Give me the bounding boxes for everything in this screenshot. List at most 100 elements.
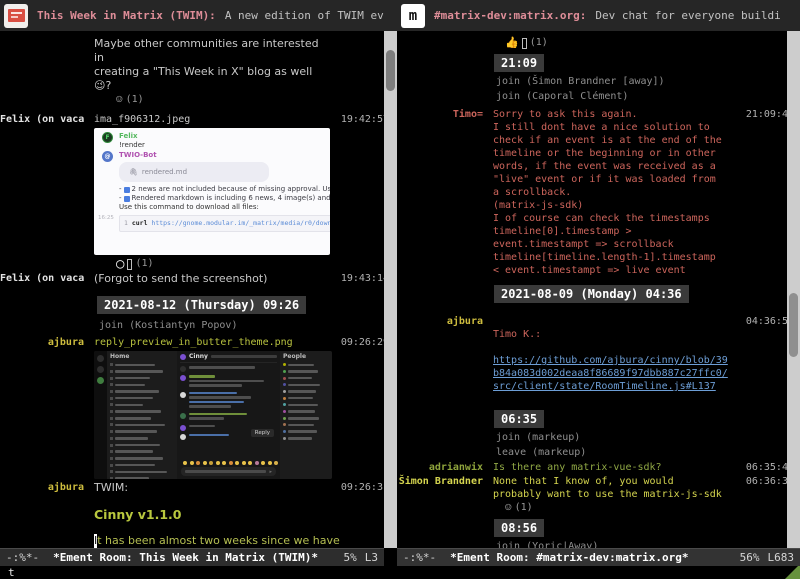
message-text: Sorry to ask this again. I still dont ha… <box>493 108 734 277</box>
modeline-line-number: L3 <box>365 551 378 564</box>
reaction-chip[interactable]: 👍 (1) <box>505 36 800 50</box>
time-header: 08:56 <box>494 519 544 537</box>
message-input-bar: ▸ <box>181 467 276 476</box>
membership-event: join (Caporal Clément) <box>496 89 800 104</box>
matrix-dev-room-header: m #matrix-dev:matrix.org: Dev chat for e… <box>397 0 800 31</box>
twim-room-avatar-icon[interactable] <box>4 4 28 28</box>
bullet-dash: - <box>119 194 122 203</box>
reaction-count: (1) <box>515 501 533 515</box>
message-text: !render <box>119 141 145 150</box>
code-block: 1 curl https://gnome.modular.im/_matrix/… <box>119 215 330 232</box>
space-rail <box>94 351 107 479</box>
people-title: People <box>283 353 329 360</box>
membership-event: join (Šimon Brandner [away]) <box>496 74 800 89</box>
modeline-flags: -:%*- <box>403 551 436 564</box>
time-header: 21:09 <box>494 54 544 72</box>
matrix-dev-room-window: m #matrix-dev:matrix.org: Dev chat for e… <box>397 0 800 566</box>
sender-name: Timo= <box>397 108 483 121</box>
message-text: Is there any matrix-vue-sdk? <box>493 461 734 474</box>
message-row: Timo= Sorry to ask this again. I still d… <box>397 108 800 277</box>
message-row: Felix (on vaca (Forgot to send the scree… <box>0 272 397 286</box>
date-header: 2021-08-09 (Monday) 04:36 <box>494 285 689 303</box>
line-rest: t has been almost two weeks since we hav… <box>97 534 340 547</box>
message-row: Felix (on vaca ima_f906312.jpeg 19:42:57 <box>0 113 397 126</box>
shot1-row: @ TWIO-Bot 🖇 rendered.md - 2 news are no… <box>102 151 326 232</box>
scrollbar-thumb[interactable] <box>789 293 798 357</box>
sidebar-title: Home <box>110 353 174 360</box>
twim-logo-icon <box>8 9 25 22</box>
sender-name: Felix <box>119 132 145 141</box>
circle-icon: ○ <box>116 257 124 271</box>
timestamp: 04:36:54 <box>734 315 794 328</box>
timestamp: 06:36:34 <box>734 475 794 488</box>
command-label: Use this command to download all files: <box>119 203 330 212</box>
thumbs-up-icon: 👍 <box>505 36 519 50</box>
github-link[interactable]: https://github.com/ajbura/cinny/blob/39 … <box>493 354 734 393</box>
modeline-buffer-name: *Ement Room: #matrix-dev:matrix.org* <box>450 551 688 564</box>
reaction-count: (1) <box>530 36 548 50</box>
matrix-room-avatar-icon[interactable]: m <box>401 4 425 28</box>
message-row: ajbura Timo K.: https://github.com/ajbur… <box>397 315 800 406</box>
embedded-image-cinny-screenshot[interactable]: Home Cinny <box>94 351 332 479</box>
modeline-twim: -:%*- *Ement Room: This Week in Matrix (… <box>0 548 384 566</box>
message-body: Timo K.: https://github.com/ajbura/cinny… <box>493 315 734 406</box>
embedded-image-element-screenshot[interactable]: F Felix !render @ TWIO-Bot 🖇 rendered <box>94 128 330 255</box>
date-header: 2021-08-12 (Thursday) 09:26 <box>97 296 306 314</box>
avatar: F <box>102 132 113 143</box>
membership-event: join (markeup) <box>496 430 800 445</box>
twim-room-buffer: Maybe other communities are interested i… <box>0 31 397 548</box>
time-header-line: 08:56 <box>397 515 800 539</box>
window-panes: This Week in Matrix (TWIM): A new editio… <box>0 0 800 566</box>
attachment-filename[interactable]: ima_f906312.jpeg <box>94 113 329 126</box>
timestamp: 09:26:31 <box>329 481 389 494</box>
smiley-icon: ☺ <box>505 501 512 515</box>
modeline-percent: 5% <box>344 551 357 564</box>
minibuffer-echo-area[interactable]: t <box>0 566 800 579</box>
code-command: curl <box>132 219 152 227</box>
room-topic: A new edition of TWIM ev <box>225 9 384 22</box>
sender-name: Felix (on vaca <box>0 113 84 126</box>
emoji-row <box>183 461 280 465</box>
room-title: #matrix-dev:matrix.org: <box>434 9 586 22</box>
attachment-filename[interactable]: reply_preview_in_butter_theme.png <box>94 336 329 349</box>
timestamp: 19:42:57 <box>329 113 389 126</box>
timestamp: 16:25 <box>98 214 114 223</box>
info-icon <box>124 187 130 193</box>
chat-main-area: Cinny Reply ▸ <box>177 351 280 479</box>
sender-name: TWIO-Bot <box>119 151 330 160</box>
code-url: https://gnome.modular.im/_matrix/media/r… <box>151 219 330 227</box>
sender-name: adrianwix <box>397 461 483 474</box>
message-row: Šimon Brandner None that I know of, you … <box>397 475 800 501</box>
scrollbar-thumb[interactable] <box>386 50 395 91</box>
bullet-text: 2 news are not included because of missi… <box>132 185 330 194</box>
resize-grip-icon[interactable] <box>785 564 800 579</box>
reaction-chip[interactable]: ○ (1) <box>116 257 397 271</box>
message-text: None that I know of, you would probably … <box>493 475 734 501</box>
reaction-chip[interactable]: ☺ (1) <box>505 501 800 515</box>
timestamp: 06:35:46 <box>734 461 794 474</box>
scrollbar-track[interactable] <box>787 31 800 548</box>
app-title: Cinny <box>189 353 208 360</box>
shot1-row: F Felix !render <box>102 132 326 150</box>
date-header-line: 2021-08-09 (Monday) 04:36 <box>397 285 800 307</box>
bullet-text: Rendered markdown is including 6 news, 4… <box>132 194 330 203</box>
variation-selector-box <box>522 38 527 49</box>
attachment-pill: 🖇 rendered.md <box>119 162 269 182</box>
sender-name: Šimon Brandner <box>397 475 483 488</box>
room-list-sidebar: Home <box>107 351 177 479</box>
message-text: Maybe other communities are interested i… <box>94 37 329 93</box>
message-text: It has been almost two weeks since we ha… <box>94 534 397 548</box>
message-row: adrianwix Is there any matrix-vue-sdk? 0… <box>397 461 800 474</box>
sender-name: ajbura <box>0 336 84 349</box>
message-text: (Forgot to send the screenshot) <box>94 272 329 286</box>
attachment-name: rendered.md <box>142 168 187 177</box>
avatar: @ <box>102 151 113 162</box>
member-list: People <box>280 351 332 479</box>
sender-name: Felix (on vaca <box>0 272 84 285</box>
reaction-chip[interactable]: ☺ (1) <box>116 93 397 107</box>
bullet-line: - Rendered markdown is including 6 news,… <box>119 194 330 203</box>
echo-text: t <box>8 566 15 579</box>
scrollbar-track[interactable] <box>384 31 397 548</box>
message-row: ajbura TWIM: 09:26:31 <box>0 481 397 495</box>
message-row: ajbura reply_preview_in_butter_theme.png… <box>0 336 397 349</box>
